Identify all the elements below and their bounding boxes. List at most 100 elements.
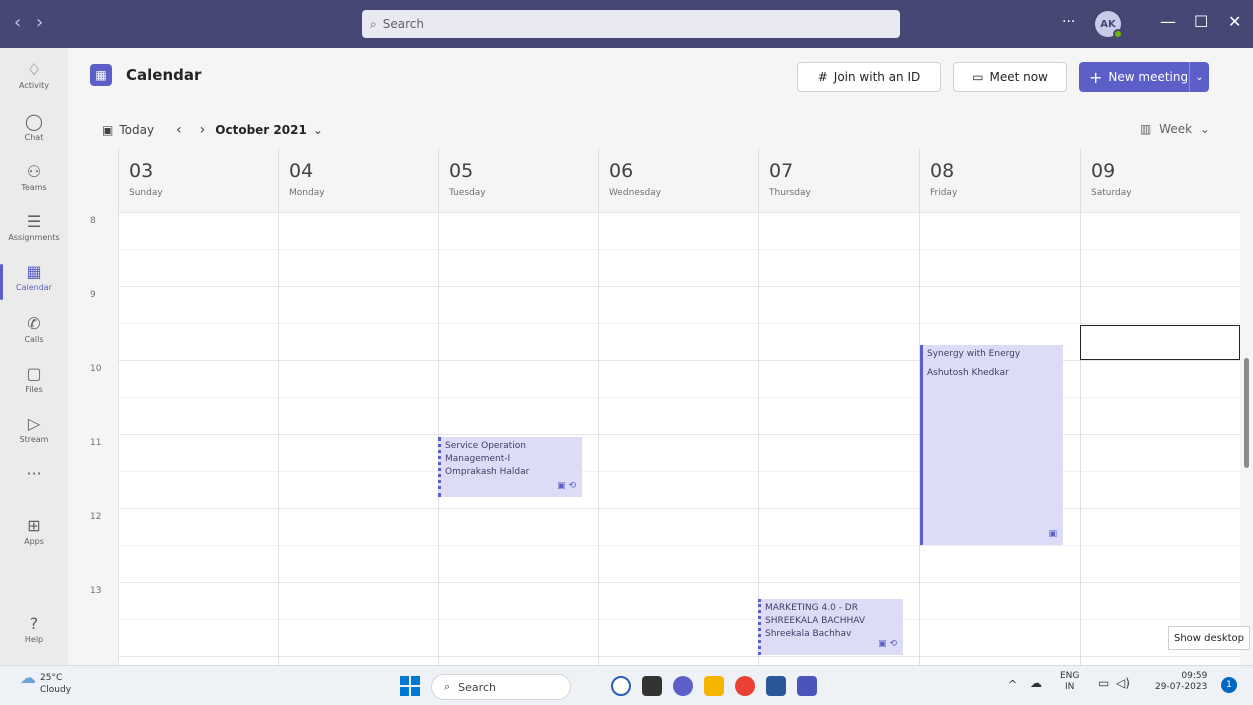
calendar-icon: ▦	[26, 262, 42, 281]
language-indicator[interactable]: ENG IN	[1060, 671, 1079, 693]
grid-column-line	[598, 148, 599, 665]
display-icon[interactable]: ▭	[1098, 676, 1109, 690]
grid-column-line	[118, 148, 119, 665]
rail-label: Files	[25, 385, 43, 394]
search-icon: ⌕	[444, 680, 451, 693]
hour-label: 13	[90, 586, 102, 596]
windows-taskbar: ☁ 25°C Cloudy ⌕ Search ^ ☁ ENG IN ▭ ◁) 0…	[0, 665, 1253, 705]
task-view-icon[interactable]	[642, 676, 662, 696]
more-options-icon[interactable]: ···	[1062, 14, 1075, 30]
rail-label: Stream	[19, 435, 49, 444]
minimize-icon[interactable]: —	[1160, 12, 1176, 31]
more-icon: ···	[26, 464, 42, 483]
presence-available-icon	[1113, 29, 1123, 39]
start-icon[interactable]	[400, 676, 420, 696]
clock-time: 09:59	[1181, 671, 1208, 681]
grid-line	[118, 323, 1240, 324]
scrollbar[interactable]	[1244, 358, 1249, 468]
join-with-id-button[interactable]: # Join with an ID	[797, 62, 941, 92]
bing-app-icon[interactable]	[611, 676, 631, 696]
hour-label: 12	[90, 512, 102, 522]
rail-item-chat[interactable]: ◯ Chat	[0, 106, 68, 158]
chevron-down-icon[interactable]: ⌄	[1189, 62, 1209, 92]
today-icon: ▣	[102, 123, 114, 137]
recurring-icon: ▣ ⟲	[878, 639, 897, 649]
chevron-up-icon[interactable]: ^	[1008, 678, 1017, 691]
maximize-icon[interactable]: ☐	[1194, 12, 1208, 31]
teams-chat-app-icon[interactable]	[673, 676, 693, 696]
rail-item-assignments[interactable]: ☰ Assignments	[0, 206, 68, 258]
hour-label: 9	[90, 290, 96, 300]
file-icon: ▢	[26, 364, 42, 383]
rail-item-apps[interactable]: ⊞ Apps	[0, 510, 68, 562]
day-header[interactable]: 07 Thursday	[758, 148, 918, 212]
search-input[interactable]: ⌕ Search	[362, 10, 900, 38]
meeting-chat-icon: ▣	[1048, 529, 1057, 539]
grid-line	[118, 582, 1240, 583]
grid-line	[118, 212, 1240, 213]
week-grid[interactable]	[118, 212, 1240, 665]
chrome-icon[interactable]	[735, 676, 755, 696]
selected-time-slot[interactable]	[1080, 325, 1240, 360]
day-header[interactable]: 03 Sunday	[118, 148, 278, 212]
clock[interactable]: 09:59 29-07-2023	[1155, 671, 1207, 693]
day-header[interactable]: 08 Friday	[919, 148, 1080, 212]
close-icon[interactable]: ✕	[1228, 12, 1241, 31]
new-meeting-button[interactable]: + New meeting ⌄	[1079, 62, 1209, 92]
hour-label: 11	[90, 438, 102, 448]
rail-label: Assignments	[8, 233, 60, 242]
taskbar-search[interactable]: ⌕ Search	[431, 674, 571, 700]
search-placeholder: Search	[382, 17, 424, 31]
calendar-event[interactable]: Synergy with Energy Ashutosh Khedkar ▣	[920, 345, 1063, 545]
stream-icon: ▷	[27, 414, 41, 433]
grid-line	[118, 434, 1240, 435]
word-icon[interactable]	[766, 676, 786, 696]
calendar-event[interactable]: MARKETING 4.0 - DR SHREEKALA BACHHAV Shr…	[758, 599, 903, 655]
event-title: Service Operation	[445, 441, 526, 451]
rail-item-calendar[interactable]: ▦ Calendar	[0, 256, 68, 308]
event-title: Synergy with Energy	[927, 349, 1021, 359]
forward-arrow-icon[interactable]: ›	[36, 12, 43, 33]
previous-week-icon[interactable]: ‹	[176, 122, 182, 138]
rail-item-teams[interactable]: ⚇ Teams	[0, 156, 68, 208]
meet-now-button[interactable]: ▭ Meet now	[953, 62, 1067, 92]
month-selector[interactable]: October 2021	[215, 123, 307, 137]
chevron-down-icon: ⌄	[1199, 122, 1210, 136]
video-icon: ▭	[972, 70, 984, 84]
hash-icon: #	[817, 70, 828, 84]
calendar-event[interactable]: Service Operation Management-I Omprakash…	[438, 437, 582, 497]
day-header[interactable]: 05 Tuesday	[438, 148, 598, 212]
grid-line	[118, 286, 1240, 287]
chevron-down-icon[interactable]: ⌄	[313, 123, 323, 137]
day-header[interactable]: 06 Wednesday	[598, 148, 758, 212]
rail-label: Teams	[21, 183, 47, 192]
search-icon: ⌕	[370, 16, 377, 31]
back-arrow-icon[interactable]: ‹	[14, 12, 21, 33]
file-explorer-icon[interactable]	[704, 676, 724, 696]
day-name: Saturday	[1091, 188, 1132, 198]
rail-item-files[interactable]: ▢ Files	[0, 358, 68, 410]
network-cloud-icon[interactable]: ☁	[1030, 676, 1042, 690]
today-button[interactable]: Today	[119, 123, 154, 137]
rail-label: Help	[24, 635, 44, 644]
day-header[interactable]: 09 Saturday	[1080, 148, 1240, 212]
rail-item-help[interactable]: ? Help	[0, 608, 68, 660]
next-week-icon[interactable]: ›	[200, 122, 206, 138]
rail-item-stream[interactable]: ▷ Stream	[0, 408, 68, 460]
weather-widget[interactable]: ☁ 25°C Cloudy	[20, 670, 71, 696]
rail-item-activity[interactable]: ♢ Activity	[0, 54, 68, 106]
grid-column-line	[758, 148, 759, 665]
event-organizer: Omprakash Haldar	[445, 467, 530, 477]
chat-icon: ◯	[25, 112, 43, 131]
rail-item-more[interactable]: ···	[0, 458, 68, 510]
rail-label: Apps	[24, 537, 44, 546]
avatar[interactable]: AK	[1095, 11, 1123, 39]
view-selector[interactable]: ▥ Week ⌄	[1140, 122, 1210, 136]
notification-badge[interactable]: 1	[1221, 677, 1237, 693]
rail-item-calls[interactable]: ✆ Calls	[0, 308, 68, 360]
teams-app-icon[interactable]	[797, 676, 817, 696]
plus-icon: +	[1089, 67, 1103, 87]
grid-column-line	[438, 148, 439, 665]
day-header[interactable]: 04 Monday	[278, 148, 438, 212]
speaker-icon[interactable]: ◁)	[1116, 676, 1130, 690]
